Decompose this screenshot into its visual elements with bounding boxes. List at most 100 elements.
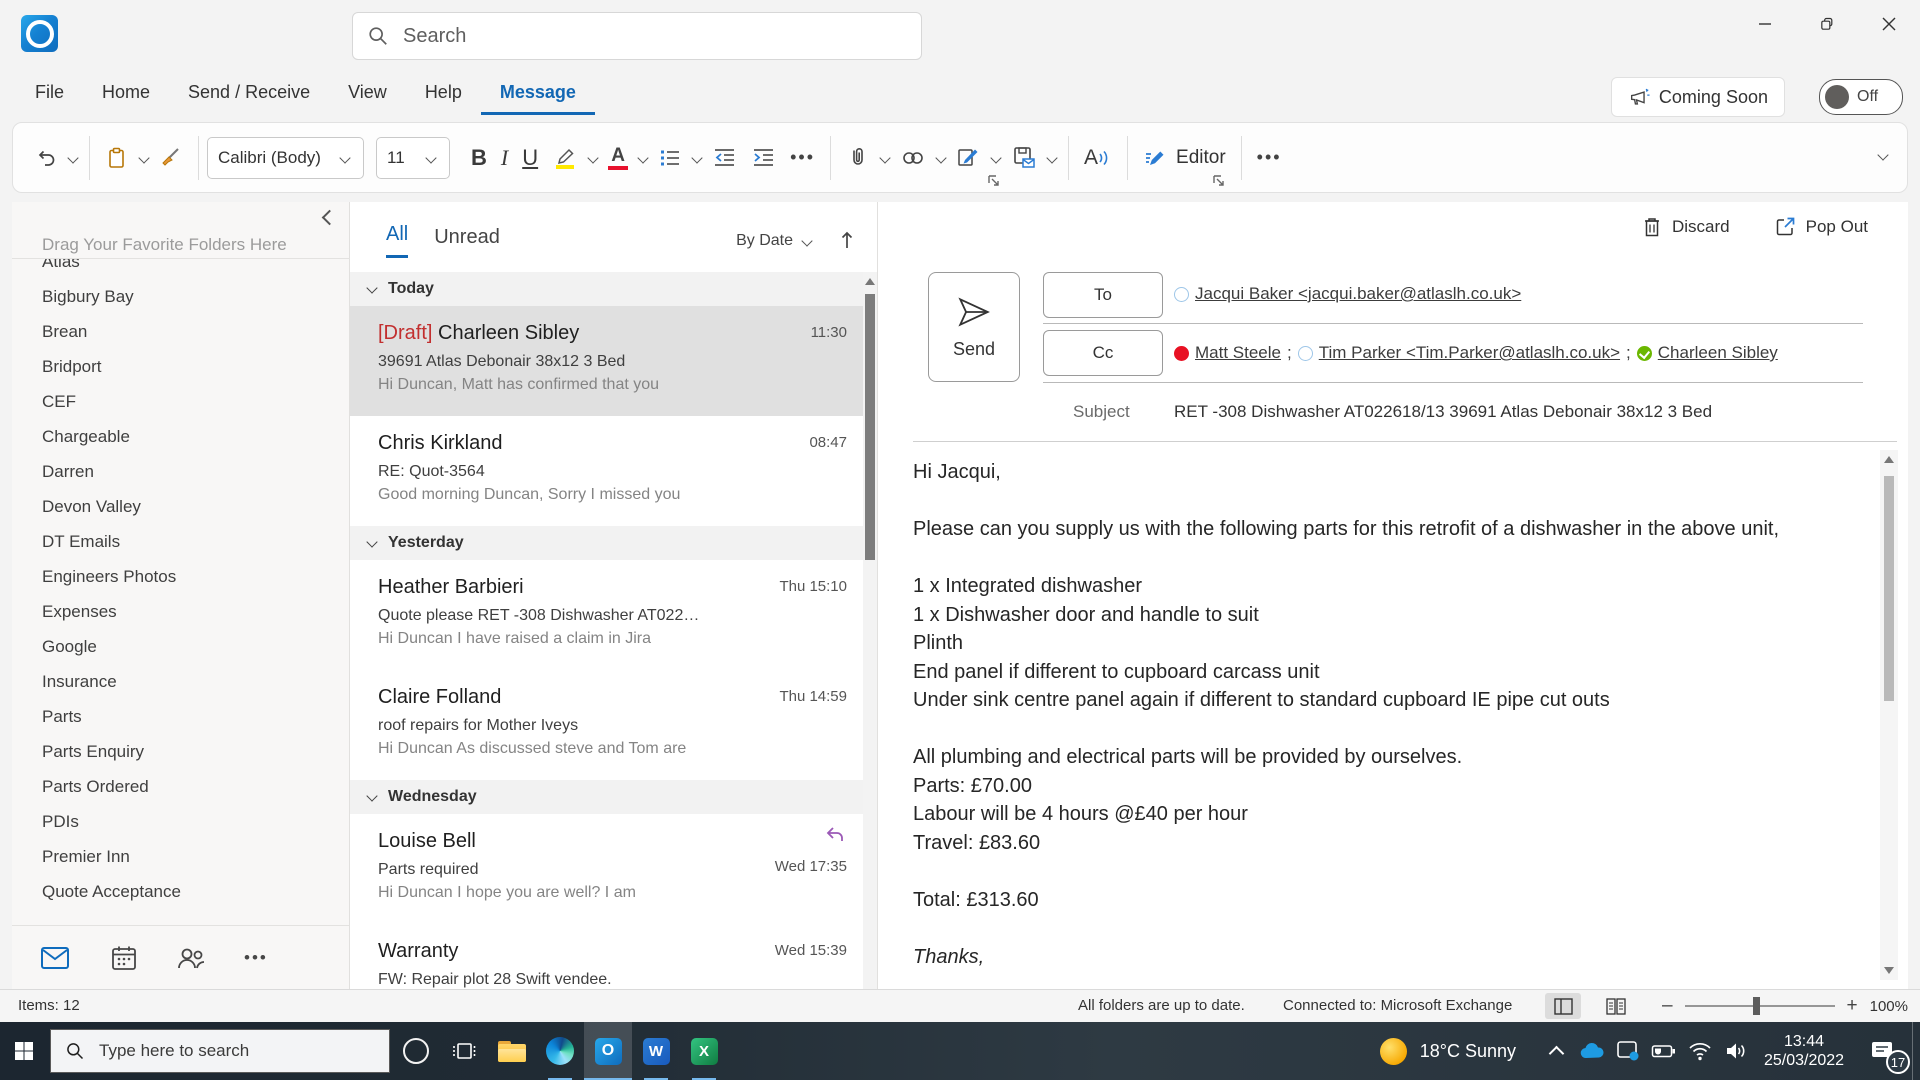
cc-button[interactable]: Cc bbox=[1043, 330, 1163, 376]
message-body[interactable]: Hi Jacqui, Please can you supply us with… bbox=[913, 458, 1813, 971]
italic-button[interactable]: I bbox=[494, 135, 515, 181]
cortana-button[interactable] bbox=[392, 1022, 440, 1080]
outlook-taskbar-button[interactable]: O bbox=[584, 1022, 632, 1080]
people-module-icon[interactable] bbox=[176, 945, 206, 971]
folder-item[interactable]: Bridport bbox=[12, 349, 350, 384]
collapse-sidebar-chevron[interactable] bbox=[321, 209, 338, 226]
weather-widget[interactable]: 18°C Sunny bbox=[1379, 1037, 1538, 1065]
mail-item-charleen-sibley[interactable]: [Draft] Charleen Sibley 39691 Atlas Debo… bbox=[350, 306, 863, 416]
recipient-charleen-sibley[interactable]: Charleen Sibley bbox=[1658, 343, 1778, 363]
tab-help[interactable]: Help bbox=[406, 74, 481, 115]
folder-item[interactable]: Parts Enquiry bbox=[12, 734, 350, 769]
subject-input[interactable]: RET -308 Dishwasher AT022618/13 39691 At… bbox=[1174, 402, 1712, 422]
underline-button[interactable]: U bbox=[515, 135, 545, 181]
taskbar-search-input[interactable] bbox=[97, 1040, 375, 1062]
zoom-out-button[interactable]: – bbox=[1662, 995, 1673, 1017]
scrollbar-thumb[interactable] bbox=[865, 294, 875, 560]
group-header-today[interactable]: Today bbox=[350, 272, 863, 306]
link-button[interactable] bbox=[893, 135, 933, 181]
task-view-button[interactable] bbox=[440, 1022, 488, 1080]
start-button[interactable] bbox=[0, 1022, 48, 1080]
paste-button[interactable] bbox=[98, 135, 136, 181]
folder-item[interactable]: Darren bbox=[12, 454, 350, 489]
display-tray-icon[interactable] bbox=[1610, 1022, 1646, 1080]
font-size-select[interactable]: 11 bbox=[376, 136, 450, 179]
group-header-wednesday[interactable]: Wednesday bbox=[350, 780, 863, 814]
wifi-tray-icon[interactable] bbox=[1682, 1022, 1718, 1080]
folder-item[interactable]: Atlas bbox=[12, 259, 350, 279]
tab-view[interactable]: View bbox=[329, 74, 406, 115]
taskbar-search-box[interactable] bbox=[50, 1029, 390, 1073]
onedrive-tray-icon[interactable] bbox=[1574, 1022, 1610, 1080]
undo-button[interactable] bbox=[27, 135, 65, 181]
mail-module-icon[interactable] bbox=[40, 945, 72, 971]
mail-item-louise-bell[interactable]: Louise Bell Parts required Hi Duncan I h… bbox=[350, 814, 863, 924]
discard-button[interactable]: Discard bbox=[1642, 216, 1730, 238]
to-button[interactable]: To bbox=[1043, 272, 1163, 318]
coming-soon-button[interactable]: Coming Soon bbox=[1610, 77, 1785, 117]
file-explorer-button[interactable] bbox=[488, 1022, 536, 1080]
bullets-button[interactable] bbox=[651, 135, 689, 181]
folder-item[interactable]: Brean bbox=[12, 314, 350, 349]
tab-file[interactable]: File bbox=[16, 74, 83, 115]
restore-button[interactable] bbox=[1796, 0, 1858, 48]
bold-button[interactable]: B bbox=[464, 135, 494, 181]
coming-soon-toggle[interactable]: Off bbox=[1819, 79, 1903, 115]
folder-item[interactable]: Chargeable bbox=[12, 419, 350, 454]
excel-button[interactable]: X bbox=[680, 1022, 728, 1080]
tab-send-receive[interactable]: Send / Receive bbox=[169, 74, 329, 115]
mail-item-warranty[interactable]: Warranty FW: Repair plot 28 Swift vendee… bbox=[350, 924, 863, 989]
highlight-dropdown-chevron[interactable] bbox=[587, 151, 599, 164]
undo-dropdown-chevron[interactable] bbox=[67, 151, 79, 164]
folder-item[interactable]: Quote Acceptance bbox=[12, 874, 350, 909]
compose-scrollbar[interactable] bbox=[1880, 450, 1898, 980]
folder-item[interactable]: Insurance bbox=[12, 664, 350, 699]
folder-item[interactable]: Parts bbox=[12, 699, 350, 734]
scroll-up-arrow[interactable] bbox=[865, 278, 875, 285]
tab-message[interactable]: Message bbox=[480, 74, 595, 115]
minimize-button[interactable] bbox=[1734, 0, 1796, 48]
send-button[interactable]: Send bbox=[928, 272, 1020, 382]
normal-view-button[interactable] bbox=[1545, 993, 1581, 1019]
decrease-indent-button[interactable] bbox=[705, 135, 744, 181]
zoom-slider[interactable] bbox=[1684, 997, 1835, 1015]
word-button[interactable]: W bbox=[632, 1022, 680, 1080]
link-dropdown-chevron[interactable] bbox=[935, 151, 947, 164]
reading-view-button[interactable] bbox=[1598, 993, 1634, 1019]
collapse-ribbon-chevron[interactable] bbox=[1877, 149, 1889, 161]
folder-item[interactable]: Engineers Photos bbox=[12, 559, 350, 594]
sort-by-date-dropdown[interactable]: By Date bbox=[736, 232, 815, 250]
folder-item[interactable]: Google bbox=[12, 629, 350, 664]
titlebar-search-input[interactable] bbox=[401, 23, 907, 49]
font-color-dropdown-chevron[interactable] bbox=[637, 151, 649, 164]
scroll-up-arrow[interactable] bbox=[1884, 456, 1894, 463]
folder-item[interactable]: Parts Ordered bbox=[12, 769, 350, 804]
tab-unread[interactable]: Unread bbox=[434, 226, 500, 258]
recipient-matt-steele[interactable]: Matt Steele bbox=[1195, 343, 1281, 363]
folder-item[interactable]: Devon Valley bbox=[12, 489, 350, 524]
scroll-down-arrow[interactable] bbox=[1884, 967, 1894, 974]
attach-file-button[interactable] bbox=[839, 135, 877, 181]
zoom-slider-thumb[interactable] bbox=[1752, 997, 1760, 1015]
recipient-tim-parker[interactable]: Tim Parker <Tim.Parker@atlaslh.co.uk> bbox=[1319, 343, 1620, 363]
show-hidden-icons-button[interactable] bbox=[1538, 1022, 1574, 1080]
volume-tray-icon[interactable] bbox=[1718, 1022, 1754, 1080]
group-header-yesterday[interactable]: Yesterday bbox=[350, 526, 863, 560]
battery-tray-icon[interactable] bbox=[1646, 1022, 1682, 1080]
save-send-button[interactable] bbox=[1004, 135, 1044, 181]
mail-item-heather-barbieri[interactable]: Heather Barbieri Quote please RET -308 D… bbox=[350, 560, 863, 670]
show-desktop-button[interactable] bbox=[1912, 1022, 1920, 1080]
mail-item-claire-folland[interactable]: Claire Folland roof repairs for Mother I… bbox=[350, 670, 863, 780]
folder-item[interactable]: CEF bbox=[12, 384, 350, 419]
folder-item[interactable]: DT Emails bbox=[12, 524, 350, 559]
more-commands-button[interactable]: ••• bbox=[1250, 135, 1289, 181]
increase-indent-button[interactable] bbox=[744, 135, 783, 181]
more-modules-button[interactable]: ••• bbox=[244, 948, 268, 968]
folder-item[interactable]: Bigbury Bay bbox=[12, 279, 350, 314]
paste-dropdown-chevron[interactable] bbox=[138, 151, 150, 164]
signature-dropdown-chevron[interactable] bbox=[990, 151, 1002, 164]
dialog-launcher-icon[interactable] bbox=[986, 173, 1002, 189]
tab-home[interactable]: Home bbox=[83, 74, 169, 115]
folder-item[interactable]: PDIs bbox=[12, 804, 350, 839]
scrollbar-thumb[interactable] bbox=[1884, 476, 1894, 701]
